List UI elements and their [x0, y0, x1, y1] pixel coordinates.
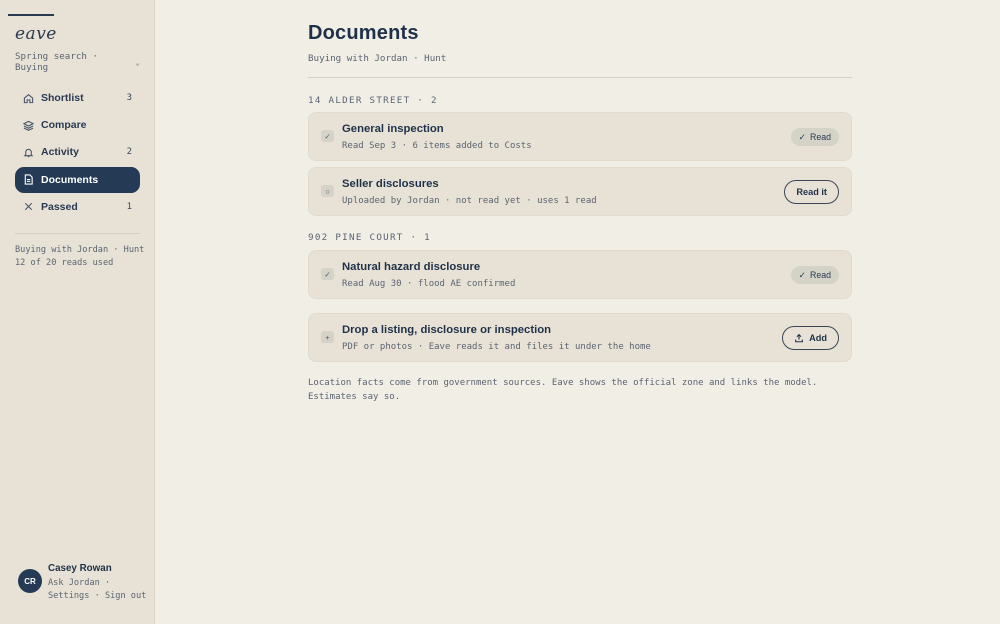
dropzone-title: Drop a listing, disclosure or inspection — [342, 324, 552, 336]
search-selector-label: Spring search · Buying — [15, 51, 98, 73]
sidebar-item-label: Documents — [41, 173, 99, 186]
sidebar-item-count: 3 — [126, 93, 132, 103]
agent-line: Buying with Jordan · Hunt — [15, 245, 145, 255]
circle-icon: ○ — [321, 185, 334, 197]
dropzone-meta: PDF or photos · Eave reads it and files … — [342, 342, 651, 352]
page-title: Documents — [308, 22, 419, 44]
read-badge: ✓ Read — [790, 266, 839, 284]
avatar[interactable]: CR — [18, 569, 42, 593]
add-button[interactable]: Add — [782, 326, 839, 350]
read-it-button[interactable]: Read it — [784, 180, 839, 204]
app-logo[interactable]: eave — [15, 24, 57, 44]
sign-out-link[interactable]: Sign out — [105, 591, 146, 601]
document-meta: Uploaded by Jordan · not read yet · uses… — [342, 196, 597, 206]
footnote: Location facts come from government sour… — [308, 378, 818, 402]
reads-used: 12 of 20 reads used — [15, 258, 114, 268]
sidebar-item-activity[interactable]: Activity 2 — [15, 139, 140, 165]
sidebar-item-count: 1 — [126, 201, 132, 212]
sidebar-nav: Shortlist 3 Compare Activity 2 Documents — [15, 85, 140, 221]
search-selector[interactable]: Spring search · Buying ⌄ — [15, 51, 140, 73]
sidebar-note: Buying with Jordan · Hunt 12 of 20 reads… — [15, 244, 144, 270]
document-card[interactable]: ✓ General inspection Read Sep 3 · 6 item… — [308, 112, 852, 161]
header-divider — [308, 77, 852, 78]
document-title: Seller disclosures — [342, 178, 439, 190]
read-badge-label: Read — [809, 270, 831, 280]
sidebar-item-label: Compare — [41, 119, 87, 132]
document-meta: Read Sep 3 · 6 items added to Costs — [342, 141, 532, 151]
user-links: Ask Jordan · Settings · Sign out — [48, 578, 147, 601]
ask-agent-link[interactable]: Ask Jordan — [48, 578, 100, 588]
document-title: Natural hazard disclosure — [342, 261, 481, 273]
upload-dropzone[interactable]: + Drop a listing, disclosure or inspecti… — [308, 313, 852, 362]
document-icon — [23, 174, 34, 185]
chevron-down-icon: ⌄ — [135, 57, 140, 67]
close-icon — [23, 201, 34, 212]
plus-icon: + — [321, 331, 334, 343]
active-indicator-line — [8, 14, 54, 16]
sidebar-divider — [15, 233, 140, 234]
document-card[interactable]: ○ Seller disclosures Uploaded by Jordan … — [308, 167, 852, 216]
document-meta: Read Aug 30 · flood AE confirmed — [342, 279, 516, 289]
check-icon: ✓ — [798, 131, 806, 142]
sidebar-item-label: Activity — [41, 146, 79, 159]
sidebar-item-count: 2 — [126, 147, 132, 158]
home-icon — [23, 93, 34, 104]
sidebar-item-label: Shortlist — [41, 92, 84, 104]
check-icon: ✓ — [798, 269, 806, 280]
read-badge: ✓ Read — [790, 128, 839, 146]
read-badge-label: Read — [809, 132, 831, 142]
bell-icon — [23, 147, 34, 158]
document-card[interactable]: ✓ Natural hazard disclosure Read Aug 30 … — [308, 250, 852, 299]
section-label: 902 PINE COURT · 1 — [308, 232, 431, 243]
page-subtitle: Buying with Jordan · Hunt — [308, 53, 447, 64]
user-name: Casey Rowan — [48, 563, 112, 574]
check-icon: ✓ — [321, 268, 334, 280]
upload-icon — [795, 333, 804, 343]
sidebar-item-compare[interactable]: Compare — [15, 112, 140, 138]
settings-link[interactable]: Settings — [48, 591, 89, 601]
sidebar-item-shortlist[interactable]: Shortlist 3 — [15, 85, 140, 111]
check-icon: ✓ — [321, 130, 334, 142]
sidebar-item-label: Passed — [41, 200, 78, 213]
layers-icon — [23, 120, 34, 131]
sidebar: eave Spring search · Buying ⌄ Shortlist … — [0, 0, 155, 624]
document-title: General inspection — [342, 123, 444, 135]
add-button-label: Add — [809, 333, 827, 343]
sidebar-item-documents[interactable]: Documents — [15, 166, 140, 193]
sidebar-item-passed[interactable]: Passed 1 — [15, 194, 140, 220]
section-label: 14 ALDER STREET · 2 — [308, 95, 438, 106]
